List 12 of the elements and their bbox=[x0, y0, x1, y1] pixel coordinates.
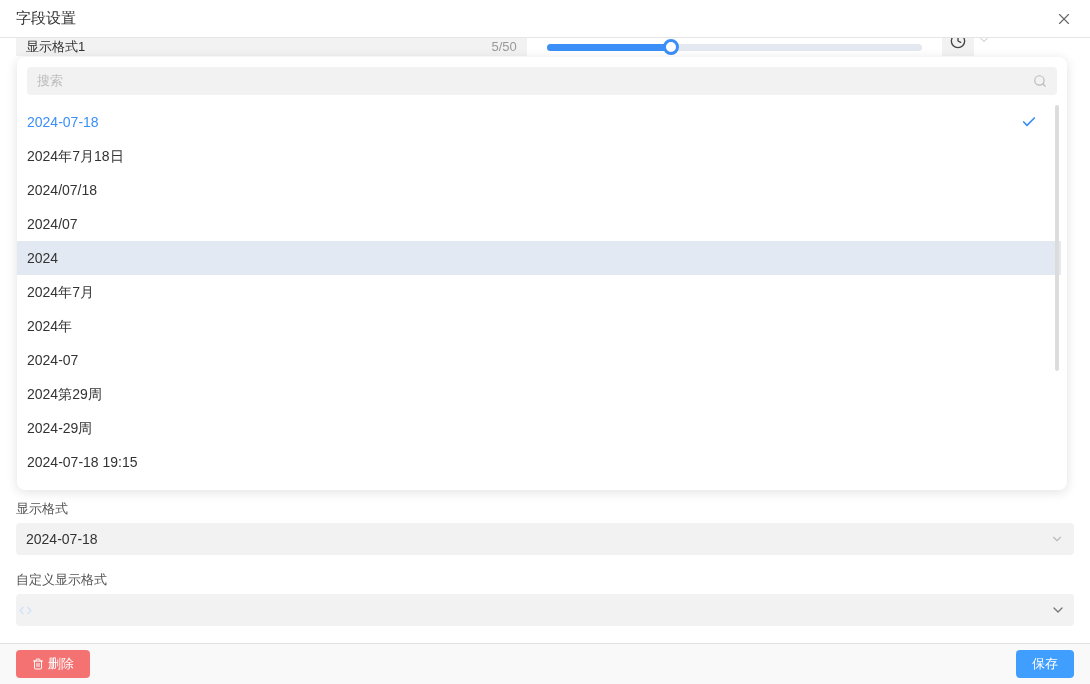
slider-thumb[interactable] bbox=[662, 38, 679, 55]
scrollbar-thumb[interactable] bbox=[1055, 105, 1059, 371]
trash-icon bbox=[32, 658, 44, 670]
custom-format-field[interactable] bbox=[16, 594, 1074, 626]
format-select[interactable]: 2024-07-18 bbox=[16, 523, 1074, 555]
field-label: 自定义显示格式 bbox=[16, 571, 108, 589]
name-value: 显示格式1 bbox=[26, 37, 86, 56]
format-option[interactable]: 2024 bbox=[17, 241, 1061, 275]
field-label: 显示格式 bbox=[16, 500, 69, 518]
char-counter: 5/50 bbox=[491, 37, 517, 56]
search-icon bbox=[1033, 74, 1047, 88]
dialog-title: 字段设置 bbox=[16, 8, 76, 29]
